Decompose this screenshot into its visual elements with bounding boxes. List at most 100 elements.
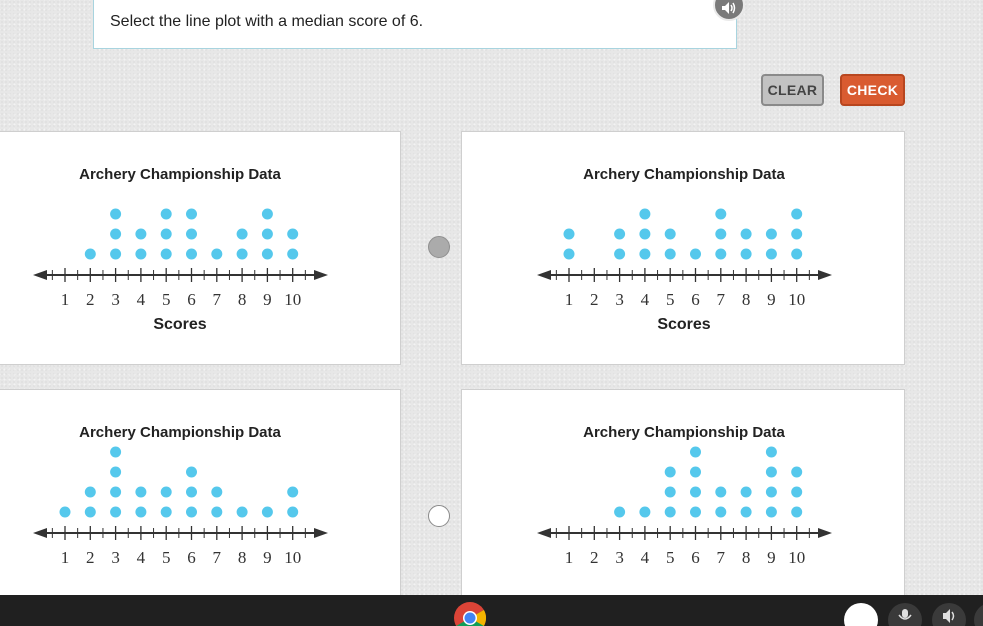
tick-label: 9 [767,548,776,567]
data-dot [614,506,626,518]
data-dot [690,486,701,498]
data-dot [765,228,777,240]
right-arrow [314,528,328,538]
data-dot [639,248,651,260]
taskbar [0,595,983,626]
tick-label: 7 [717,548,726,567]
plot-title: Archery Championship Data [583,424,785,441]
data-dot [614,248,626,260]
data-dot [261,228,273,240]
data-dot [186,466,197,478]
data-dot [110,486,122,498]
tick-label: 6 [187,290,196,309]
data-dot [287,506,299,518]
data-dot [614,228,626,240]
tick-label: 10 [788,290,805,309]
tick-label: 6 [691,290,700,309]
tick-label: 10 [284,548,301,567]
data-dot [791,506,803,518]
tick-label: 6 [691,548,700,567]
x-axis-label: Scores [657,316,710,333]
data-dot [261,506,273,518]
data-dot [690,248,701,260]
tick-label: 5 [666,290,675,309]
tick-label: 3 [111,290,120,309]
data-dot [664,486,676,498]
data-dot [715,486,727,498]
tick-label: 1 [565,548,574,567]
data-dot [135,248,147,260]
tray-overflow-icon[interactable] [974,603,983,626]
left-arrow [33,528,47,538]
line-plot-4: Archery Championship Data 1 2 3 4 5 6 7 8 9 10 [537,424,832,567]
microphone-icon[interactable] [888,603,922,626]
answer-option-1[interactable]: Archery Championship Data 1 2 3 4 5 6 7 8 9 10 Scor… [0,131,401,365]
data-dot [84,506,96,518]
data-dot [186,248,197,260]
data-dot [765,446,777,458]
data-dot [740,486,752,498]
plot-title: Archery Championship Data [79,166,281,183]
data-dot [160,248,172,260]
tick-label: 7 [717,290,726,309]
data-dot [211,248,223,260]
tick-label: 8 [742,548,751,567]
right-arrow [818,528,832,538]
clear-button[interactable]: CLEAR [761,74,824,106]
data-dot [236,506,248,518]
data-dot [59,506,71,518]
data-dot [211,486,223,498]
tick-label: 3 [615,290,624,309]
check-button[interactable]: CHECK [840,74,905,106]
line-plot-3: Archery Championship Data 1 2 3 4 5 6 7 8 9 10 [33,424,328,567]
data-dot [563,228,575,240]
data-dot [715,248,727,260]
tick-label: 5 [162,290,171,309]
data-dot [160,486,172,498]
answer-option-3[interactable]: Archery Championship Data 1 2 3 4 5 6 7 8 9 10 [0,389,401,609]
tick-label: 9 [263,548,272,567]
data-dot [110,446,122,458]
chrome-icon[interactable] [453,601,487,626]
question-text: Select the line plot with a median score… [110,13,424,30]
data-dot [261,248,273,260]
data-dot [639,506,651,518]
data-dot [765,486,777,498]
answer-option-2[interactable]: Archery Championship Data 1 2 3 4 5 6 7 8 9 10 Scor… [461,131,905,365]
tick-label: 10 [284,290,301,309]
tick-label: 7 [213,548,222,567]
mic-glyph [898,609,912,620]
data-dot [110,228,122,240]
tick-label: 5 [162,548,171,567]
tick-label: 8 [238,290,247,309]
account-avatar-icon[interactable] [844,603,878,626]
data-dot [715,228,727,240]
tick-label: 2 [86,290,95,309]
data-dot [715,208,727,220]
plot-title: Archery Championship Data [79,424,281,441]
plot-title: Archery Championship Data [583,166,785,183]
data-dot [110,466,122,478]
tick-label: 1 [61,290,70,309]
tick-label: 6 [187,548,196,567]
data-dot [690,446,701,458]
data-dot [664,506,676,518]
data-dot [110,506,122,518]
data-dot [160,506,172,518]
audio-icon[interactable] [932,603,966,626]
radio-option-1[interactable] [428,236,450,258]
tick-label: 2 [590,548,599,567]
data-dot [690,506,701,518]
data-dot [160,228,172,240]
data-dot [261,208,273,220]
x-axis-label: Scores [153,316,206,333]
tick-label: 8 [238,548,247,567]
answer-option-4[interactable]: Archery Championship Data 1 2 3 4 5 6 7 8 9 10 [461,389,905,609]
data-dot [186,208,197,220]
left-arrow [537,270,551,280]
data-dot [791,466,803,478]
data-dot [791,208,803,220]
tick-label: 4 [641,548,650,567]
left-arrow [537,528,551,538]
radio-option-2[interactable] [428,505,450,527]
